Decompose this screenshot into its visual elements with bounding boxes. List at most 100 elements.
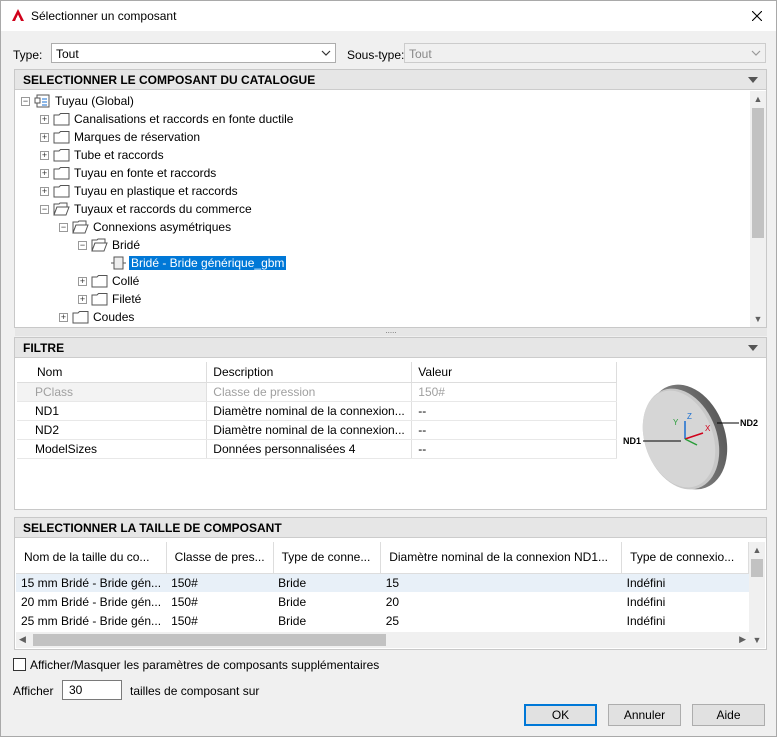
tree-node-label[interactable]: Tuyau en plastique et raccords (72, 184, 240, 198)
show-hide-params-checkbox[interactable] (13, 658, 26, 671)
expand-icon[interactable]: + (78, 277, 87, 286)
tree-node-label[interactable]: Fileté (110, 292, 143, 306)
tree-node-label[interactable]: Bridé - Bride générique_gbm (127, 255, 288, 271)
filter-value-cell[interactable]: -- (411, 401, 617, 421)
connection-type-cell: Bride (273, 573, 381, 592)
column-header-nominal-diameter[interactable]: Diamètre nominal de la connexion ND1... (380, 542, 623, 574)
size-count-input[interactable]: 30 (62, 680, 122, 700)
component-preview: Z X Y ND1 ND2 (621, 361, 765, 507)
expand-icon[interactable]: + (40, 151, 49, 160)
expand-icon[interactable]: + (59, 313, 68, 322)
nominal-diameter-cell: 15 (380, 573, 622, 592)
tree-node-label[interactable]: Collé (110, 274, 141, 288)
catalog-vertical-scrollbar[interactable]: ▲ ▼ (750, 91, 766, 327)
ok-button[interactable]: OK (524, 704, 597, 726)
collapse-icon[interactable]: − (21, 97, 30, 106)
tree-node-label[interactable]: Tuyaux et raccords du commerce (72, 202, 254, 216)
filter-panel-header[interactable]: FILTRE (15, 338, 766, 358)
folder-open-icon (91, 238, 108, 252)
filter-description-cell: Données personnalisées 4 (206, 439, 413, 459)
column-header-size-name[interactable]: Nom de la taille du co... (16, 542, 167, 574)
panel-splitter[interactable]: ..... (15, 327, 767, 336)
tree-node-label[interactable]: Tuyau en fonte et raccords (72, 166, 218, 180)
expand-icon[interactable]: + (40, 187, 49, 196)
filter-name-cell: PClass (17, 382, 208, 402)
close-button[interactable] (746, 6, 768, 26)
connection-type-2-cell: Indéfini (626, 594, 666, 609)
folder-icon (53, 130, 70, 144)
column-header-description[interactable]: Description (206, 362, 413, 383)
folder-icon (53, 184, 70, 198)
collapse-icon[interactable]: − (40, 205, 49, 214)
folder-open-icon (53, 202, 70, 216)
tree-node-label[interactable]: Coudes (91, 310, 136, 324)
size-row[interactable]: 15 mm Bridé - Bride gén... 150# Bride 15… (16, 573, 749, 592)
filter-row[interactable]: PClass Classe de pression 150# (17, 382, 617, 402)
size-row[interactable]: 20 mm Bridé - Bride gén... 150# Bride 20… (16, 592, 749, 611)
pressure-class-cell: 150# (171, 594, 198, 609)
collapse-caret-icon[interactable] (748, 77, 758, 83)
tree-node-label[interactable]: Marques de réservation (72, 130, 202, 144)
nominal-diameter-cell: 25 (385, 613, 400, 628)
expand-icon[interactable]: + (40, 133, 49, 142)
filter-name-cell: ModelSizes (17, 439, 208, 459)
sizes-panel-header: SELECTIONNER LA TAILLE DE COMPOSANT (15, 518, 766, 538)
tree-node-label[interactable]: Tube et raccords (72, 148, 166, 162)
subtype-label: Sous-type: (347, 48, 405, 62)
type-dropdown[interactable]: Tout (51, 43, 336, 63)
catalog-icon (34, 94, 51, 108)
collapse-icon[interactable]: − (78, 241, 87, 250)
size-row[interactable]: 25 mm Bridé - Bride gén... 150# Bride 25… (16, 611, 749, 630)
catalog-panel-title: SELECTIONNER LE COMPOSANT DU CATALOGUE (23, 73, 316, 87)
tree-node-label[interactable]: Connexions asymétriques (91, 220, 233, 234)
catalog-panel-header[interactable]: SELECTIONNER LE COMPOSANT DU CATALOGUE (15, 70, 766, 90)
scroll-right-icon[interactable]: ▶ (739, 634, 746, 645)
scroll-left-icon[interactable]: ◀ (19, 634, 26, 645)
column-header-nom[interactable]: Nom (17, 362, 208, 383)
afficher-label: Afficher (13, 684, 54, 698)
sizes-horizontal-scrollbar[interactable]: ◀ ▶ (16, 632, 749, 648)
axis-x-label: X (705, 424, 711, 433)
tree-node-label[interactable]: Tuyau (Global) (53, 94, 136, 108)
column-header-connection-type-2[interactable]: Type de connexio... (621, 542, 749, 574)
filter-value-cell[interactable]: 150# (411, 382, 617, 402)
folder-icon (91, 274, 108, 288)
filter-table-header: Nom Description Valeur (17, 362, 617, 383)
scrollbar-thumb[interactable] (33, 634, 386, 646)
tree-node-label[interactable]: Canalisations et raccords en fonte ducti… (72, 112, 295, 126)
column-header-pressure-class[interactable]: Classe de pres... (166, 542, 274, 574)
show-hide-params-label[interactable]: Afficher/Masquer les paramètres de compo… (30, 658, 379, 672)
expand-icon[interactable]: + (40, 169, 49, 178)
help-button[interactable]: Aide (692, 704, 765, 726)
filter-description-cell: Diamètre nominal de la connexion... (206, 401, 413, 421)
catalog-tree: − Tuyau (Global) + Canalisations et raccord… (16, 91, 750, 327)
tree-node-label[interactable]: Bridé (110, 238, 142, 252)
expand-icon[interactable]: + (78, 295, 87, 304)
subtype-dropdown[interactable]: Tout (404, 43, 766, 63)
flange-preview-image: Z X Y ND1 ND2 (623, 384, 758, 490)
collapse-icon[interactable]: − (59, 223, 68, 232)
folder-open-icon (72, 220, 89, 234)
scroll-up-icon[interactable]: ▲ (750, 91, 766, 107)
filter-row[interactable]: ND2 Diamètre nominal de la connexion... … (17, 420, 617, 440)
filter-row[interactable]: ModelSizes Données personnalisées 4 -- (17, 439, 617, 459)
type-value: Tout (56, 47, 79, 61)
collapse-caret-icon[interactable] (748, 345, 758, 351)
scroll-up-icon[interactable]: ▲ (749, 542, 765, 558)
scrollbar-thumb[interactable] (752, 108, 764, 238)
filter-row[interactable]: ND1 Diamètre nominal de la connexion... … (17, 401, 617, 421)
scrollbar-thumb[interactable] (751, 559, 763, 577)
filter-value-cell[interactable]: -- (411, 439, 617, 459)
scroll-down-icon[interactable]: ▼ (750, 311, 766, 327)
sizes-vertical-scrollbar[interactable]: ▲ ▼ (749, 542, 765, 648)
filter-value-cell[interactable]: -- (411, 420, 617, 440)
column-header-connection-type[interactable]: Type de conne... (273, 542, 382, 574)
scroll-down-icon[interactable]: ▼ (749, 632, 765, 648)
cancel-button[interactable]: Annuler (608, 704, 681, 726)
filter-table: Nom Description Valeur PClass Classe de … (17, 362, 617, 459)
size-name-cell: 15 mm Bridé - Bride gén... (16, 573, 167, 592)
column-header-valeur[interactable]: Valeur (411, 362, 617, 383)
expand-icon[interactable]: + (40, 115, 49, 124)
folder-icon (72, 310, 89, 324)
axis-y-label: Y (673, 418, 679, 427)
